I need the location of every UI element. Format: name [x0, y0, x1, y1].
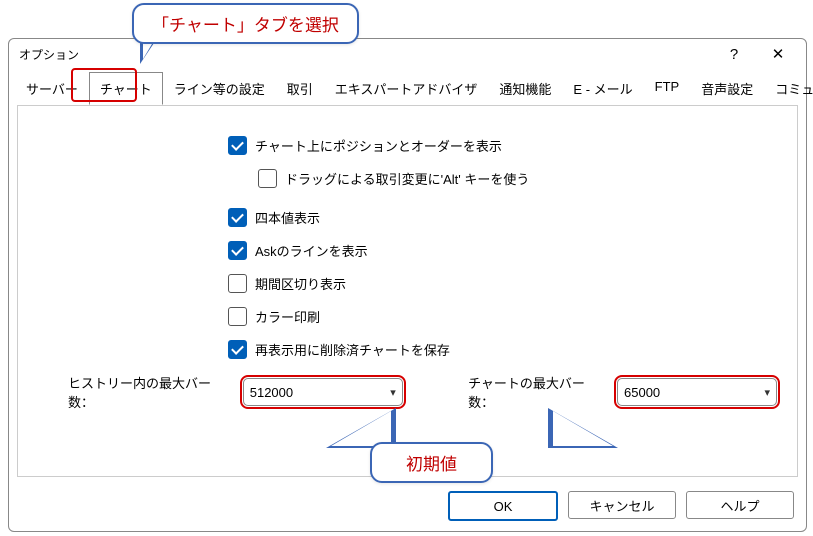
close-icon: ✕	[772, 45, 785, 63]
tab-chart-label: チャート	[100, 82, 152, 97]
row-show-ask-line: Askのラインを表示	[228, 241, 777, 260]
label-save-deleted-charts: 再表示用に削除済チャートを保存	[255, 340, 450, 359]
row-show-positions-orders: チャート上にポジションとオーダーを表示	[228, 136, 777, 155]
row-save-deleted-charts: 再表示用に削除済チャートを保存	[228, 340, 777, 359]
help-button-footer[interactable]: ヘルプ	[686, 491, 794, 519]
chevron-down-icon: ▾	[390, 386, 396, 399]
label-show-positions-orders: チャート上にポジションとオーダーを表示	[255, 136, 502, 155]
checkbox-show-period-separators[interactable]	[228, 274, 247, 293]
tab-community[interactable]: コミュニティ	[764, 72, 813, 105]
tab-community-label: コミュニティ	[775, 82, 813, 97]
row-show-ohlc: 四本値表示	[228, 208, 777, 227]
label-drag-trade-alt: ドラッグによる取引変更に'Alt' キーを使う	[285, 169, 529, 188]
label-chart-max-bars: チャートの最大バー数：	[468, 373, 609, 411]
tab-trade-label: 取引	[287, 82, 313, 97]
tab-trade[interactable]: 取引	[276, 72, 324, 105]
dialog-titlebar: オプション ? ✕	[9, 39, 806, 69]
cancel-button[interactable]: キャンセル	[568, 491, 676, 519]
combo-history-max-bars[interactable]: 512000 ▾	[243, 378, 403, 406]
ok-button-label: OK	[494, 499, 513, 514]
callout-top-text: 「チャート」タブを選択	[152, 16, 339, 35]
combo-chart-max-bars-value: 65000	[624, 385, 764, 400]
tab-server-label: サーバー	[26, 82, 78, 97]
help-button[interactable]: ?	[712, 40, 756, 68]
ok-button[interactable]: OK	[448, 491, 558, 521]
checkbox-drag-trade-alt[interactable]	[258, 169, 277, 188]
tab-notify-label: 通知機能	[499, 82, 551, 97]
dialog-title: オプション	[19, 46, 712, 63]
close-button[interactable]: ✕	[756, 40, 800, 68]
callout-select-chart-tab: 「チャート」タブを選択	[132, 3, 359, 44]
tab-lines-label: ライン等の設定	[174, 82, 265, 97]
label-show-ask-line: Askのラインを表示	[255, 241, 368, 260]
tab-ea[interactable]: エキスパートアドバイザ	[324, 72, 489, 105]
tab-email[interactable]: E - メール	[562, 72, 643, 105]
combo-history-max-bars-value: 512000	[250, 385, 390, 400]
dialog-button-row: OK キャンセル ヘルプ	[9, 485, 806, 531]
callout-bottom-text: 初期値	[406, 455, 457, 474]
tab-email-label: E - メール	[573, 82, 632, 97]
cancel-button-label: キャンセル	[589, 496, 654, 515]
row-show-period-separators: 期間区切り表示	[228, 274, 777, 293]
checkbox-show-ohlc[interactable]	[228, 208, 247, 227]
tab-notify[interactable]: 通知機能	[488, 72, 562, 105]
combo-row: ヒストリー内の最大バー数： 512000 ▾ チャートの最大バー数： 65000…	[68, 373, 777, 411]
combo-chart-max-bars[interactable]: 65000 ▾	[617, 378, 777, 406]
help-button-label: ヘルプ	[720, 496, 759, 515]
tab-sound-label: 音声設定	[701, 82, 753, 97]
callout-default-values: 初期値	[370, 442, 493, 483]
tab-ea-label: エキスパートアドバイザ	[335, 82, 478, 97]
tab-bar: サーバー チャート ライン等の設定 取引 エキスパートアドバイザ 通知機能 E …	[9, 69, 806, 105]
label-show-ohlc: 四本値表示	[255, 208, 320, 227]
checkbox-show-positions-orders[interactable]	[228, 136, 247, 155]
tab-lines[interactable]: ライン等の設定	[163, 72, 276, 105]
chevron-down-icon: ▾	[764, 386, 770, 399]
tab-ftp[interactable]: FTP	[644, 72, 691, 105]
label-history-max-bars: ヒストリー内の最大バー数：	[68, 373, 235, 411]
row-color-print: カラー印刷	[228, 307, 777, 326]
tab-chart[interactable]: チャート	[89, 72, 163, 105]
label-color-print: カラー印刷	[255, 307, 320, 326]
checkbox-show-ask-line[interactable]	[228, 241, 247, 260]
row-drag-trade-alt: ドラッグによる取引変更に'Alt' キーを使う	[258, 169, 777, 188]
tab-sound[interactable]: 音声設定	[690, 72, 764, 105]
tab-server[interactable]: サーバー	[15, 72, 89, 105]
label-show-period-separators: 期間区切り表示	[255, 274, 346, 293]
help-icon: ?	[730, 46, 738, 63]
tab-pane-chart: チャート上にポジションとオーダーを表示 ドラッグによる取引変更に'Alt' キー…	[17, 105, 798, 477]
tab-ftp-label: FTP	[655, 79, 680, 94]
checkbox-color-print[interactable]	[228, 307, 247, 326]
checkbox-save-deleted-charts[interactable]	[228, 340, 247, 359]
